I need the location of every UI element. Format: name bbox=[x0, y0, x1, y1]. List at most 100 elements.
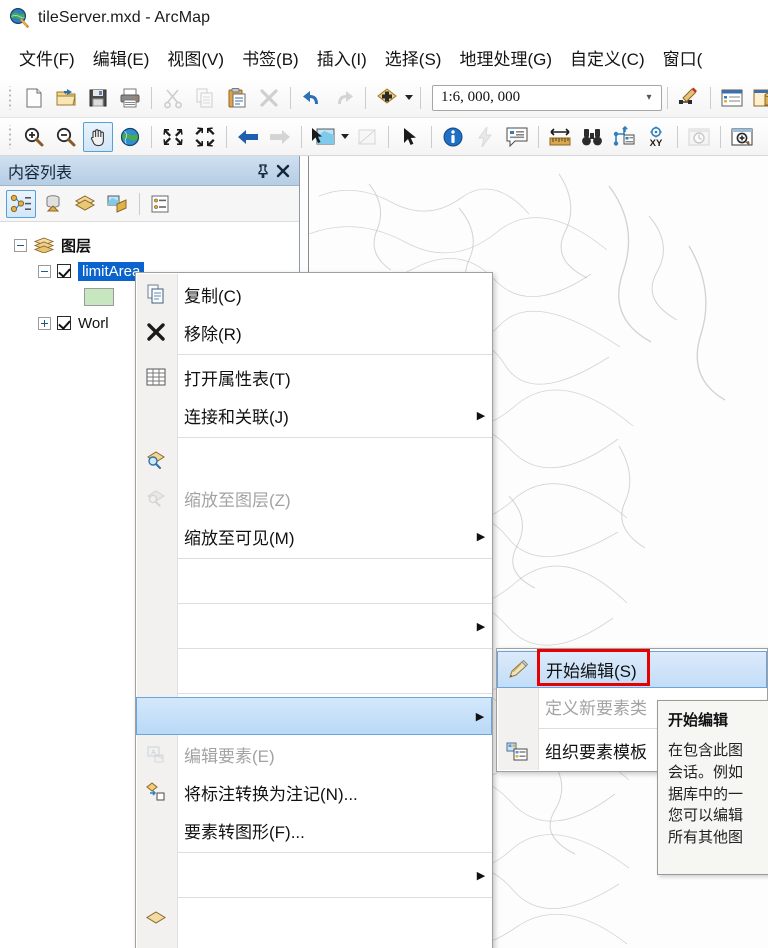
expander-icon[interactable] bbox=[38, 264, 51, 278]
menu-view[interactable]: 视图(V) bbox=[158, 41, 233, 74]
pin-icon[interactable] bbox=[253, 161, 273, 181]
menu-bookmarks[interactable]: 书签(B) bbox=[233, 41, 308, 74]
find-binoculars-icon[interactable] bbox=[577, 122, 607, 152]
ctx-convert-symbology-to-representation[interactable]: 要素转图形(F)... bbox=[136, 811, 492, 849]
ctx-zoom-to-make-visible[interactable]: 缩放至图层(Z) bbox=[136, 479, 492, 517]
print-icon[interactable] bbox=[115, 83, 145, 113]
list-by-visibility-icon[interactable] bbox=[70, 190, 100, 218]
time-slider-clock-icon[interactable] bbox=[684, 122, 714, 152]
menu-customize[interactable]: 自定义(C) bbox=[561, 41, 654, 74]
zoom-in-icon[interactable] bbox=[19, 122, 49, 152]
ctx-copy-label: 复制(C) bbox=[184, 286, 242, 306]
map-scale-combo[interactable]: 1:6, 000, 000 ▾ bbox=[432, 84, 662, 111]
menu-insert[interactable]: 插入(I) bbox=[308, 41, 376, 74]
create-viewer-window-icon[interactable] bbox=[727, 122, 757, 152]
toolbar-separator bbox=[420, 86, 421, 109]
ctx-label-features[interactable] bbox=[136, 652, 492, 690]
no-icon bbox=[136, 652, 176, 690]
menu-windows[interactable]: 窗口( bbox=[654, 41, 712, 74]
cut-scissors-icon[interactable] bbox=[158, 83, 188, 113]
no-icon bbox=[497, 688, 537, 725]
hyperlink-lightning-icon[interactable] bbox=[470, 122, 500, 152]
tree-node-world-label: Worl bbox=[78, 314, 109, 332]
ctx-remove[interactable]: 移除(R) bbox=[136, 313, 492, 351]
ctx-joins-and-relates[interactable]: 连接和关联(J) ▶ bbox=[136, 396, 492, 434]
toolbar-grip[interactable] bbox=[5, 85, 15, 110]
toc-title-bar: 内容列表 bbox=[0, 156, 299, 186]
pan-hand-icon[interactable] bbox=[83, 121, 113, 152]
tree-node-root[interactable]: 图层 bbox=[0, 232, 299, 258]
list-by-drawing-order-icon[interactable] bbox=[6, 189, 36, 218]
submenu-arrow-icon: ▶ bbox=[476, 869, 486, 882]
menu-edit[interactable]: 编辑(E) bbox=[84, 41, 159, 74]
find-route-icon[interactable] bbox=[609, 122, 639, 152]
toolbar-grip[interactable] bbox=[5, 124, 15, 149]
svg-text:XY: XY bbox=[650, 138, 663, 148]
ctx-visible-scale-range[interactable]: 缩放至可见(M) ▶ bbox=[136, 517, 492, 555]
ctx-use-symbol-levels[interactable] bbox=[136, 562, 492, 600]
chevron-down-icon[interactable]: ▾ bbox=[641, 92, 657, 103]
ctx-create-layer-package[interactable]: 另存为图层文件(Y)... bbox=[136, 939, 492, 948]
submenu-start-editing-label: 开始编辑(S) bbox=[546, 662, 637, 681]
html-popup-icon[interactable] bbox=[502, 122, 532, 152]
toolbar-separator bbox=[226, 125, 227, 148]
list-by-source-icon[interactable] bbox=[38, 190, 68, 218]
delete-x-icon[interactable] bbox=[254, 83, 284, 113]
ctx-convert-labels-to-annotation[interactable]: A 编辑要素(E) bbox=[136, 735, 492, 773]
editor-toolbar-icon[interactable] bbox=[674, 83, 704, 113]
add-data-icon[interactable] bbox=[372, 83, 402, 113]
ctx-copy[interactable]: 复制(C) bbox=[136, 275, 492, 313]
layer-visibility-checkbox[interactable] bbox=[57, 264, 71, 278]
list-by-selection-icon[interactable] bbox=[102, 190, 132, 218]
identify-info-icon[interactable] bbox=[438, 122, 468, 152]
fixed-zoom-out-icon[interactable] bbox=[190, 122, 220, 152]
select-features-icon[interactable] bbox=[308, 122, 338, 152]
menu-separator bbox=[177, 558, 492, 559]
polygon-symbol-swatch[interactable] bbox=[84, 288, 114, 306]
tooltip-title: 开始编辑 bbox=[668, 712, 729, 729]
go-to-xy-icon[interactable]: XY bbox=[641, 122, 671, 152]
new-document-icon[interactable] bbox=[19, 83, 49, 113]
copy-icon bbox=[136, 275, 176, 313]
expander-icon[interactable] bbox=[14, 238, 27, 252]
menu-geoprocessing[interactable]: 地理处理(G) bbox=[450, 41, 561, 74]
ctx-save-as-layer-file[interactable] bbox=[136, 901, 492, 939]
redo-arrow-icon[interactable] bbox=[329, 83, 359, 113]
open-folder-icon[interactable] bbox=[51, 83, 81, 113]
ctx-edit-features[interactable]: ▶ bbox=[136, 697, 492, 735]
clear-selection-icon[interactable] bbox=[352, 122, 382, 152]
table-of-contents-icon[interactable] bbox=[717, 83, 747, 113]
toc-options-icon[interactable] bbox=[145, 190, 175, 218]
menu-file[interactable]: 文件(F) bbox=[10, 41, 84, 74]
layer-visibility-checkbox[interactable] bbox=[57, 316, 71, 330]
menu-selection[interactable]: 选择(S) bbox=[376, 41, 451, 74]
add-data-dropdown-icon[interactable] bbox=[403, 83, 415, 113]
save-icon[interactable] bbox=[83, 83, 113, 113]
copy-icon[interactable] bbox=[190, 83, 220, 113]
no-icon bbox=[136, 856, 176, 894]
measure-ruler-icon[interactable] bbox=[545, 122, 575, 152]
previous-extent-arrow-icon[interactable] bbox=[233, 122, 263, 152]
undo-arrow-icon[interactable] bbox=[297, 83, 327, 113]
select-features-dropdown-icon[interactable] bbox=[339, 122, 351, 152]
toc-title: 内容列表 bbox=[8, 164, 73, 182]
zoom-out-icon[interactable] bbox=[51, 122, 81, 152]
submenu-start-editing[interactable]: 开始编辑(S) bbox=[497, 651, 767, 688]
expander-icon[interactable] bbox=[38, 316, 51, 330]
close-icon[interactable] bbox=[273, 161, 293, 181]
next-extent-arrow-icon[interactable] bbox=[265, 122, 295, 152]
fixed-zoom-in-icon[interactable] bbox=[158, 122, 188, 152]
full-extent-globe-icon[interactable] bbox=[115, 122, 145, 152]
paste-icon[interactable] bbox=[222, 83, 252, 113]
toolbar-separator bbox=[290, 86, 291, 109]
ctx-zoom-to-layer[interactable] bbox=[136, 441, 492, 479]
ctx-convert-features-to-graphics[interactable]: 将标注转换为注记(N)... bbox=[136, 773, 492, 811]
no-icon bbox=[136, 562, 176, 600]
ctx-selection[interactable]: ▶ bbox=[136, 607, 492, 645]
ctx-open-attribute-table[interactable]: 打开属性表(T) bbox=[136, 358, 492, 396]
ctx-data[interactable]: ▶ bbox=[136, 856, 492, 894]
toc-toolbar-separator bbox=[139, 192, 140, 215]
catalog-window-icon[interactable] bbox=[749, 83, 768, 113]
select-elements-pointer-icon[interactable] bbox=[395, 122, 425, 152]
map-scale-value: 1:6, 000, 000 bbox=[441, 89, 521, 105]
